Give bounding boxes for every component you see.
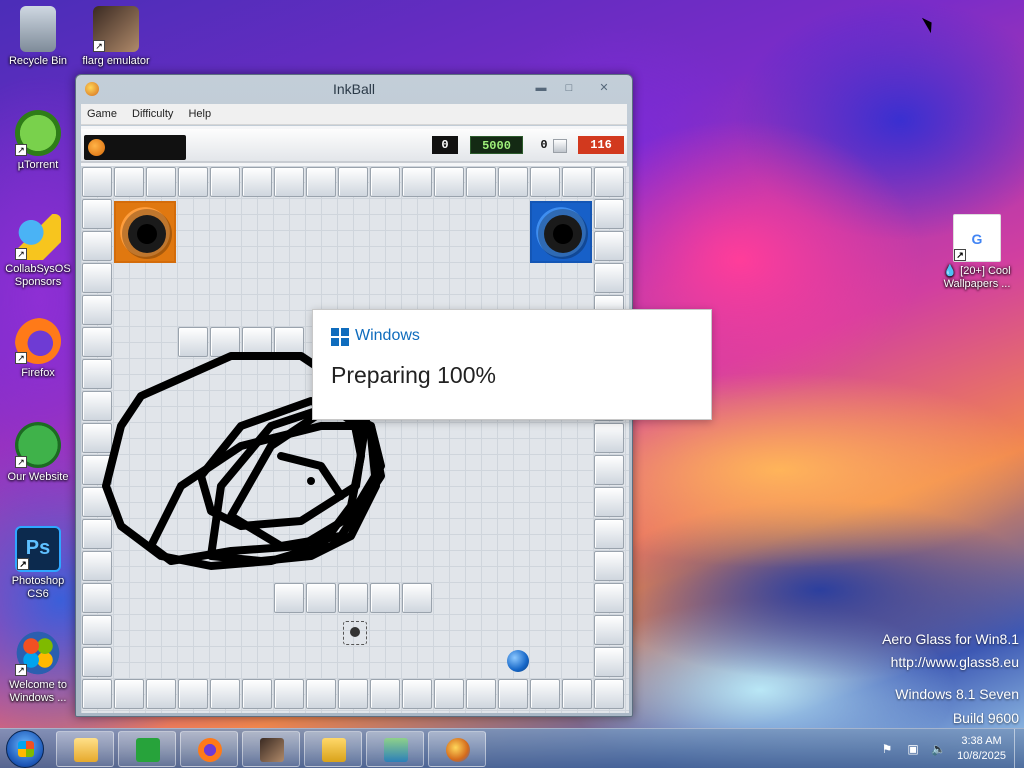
system-clock[interactable]: 3:38 AM 10/8/2025 <box>957 734 1006 764</box>
next-ball-indicator <box>84 135 186 160</box>
menu-difficulty[interactable]: Difficulty <box>126 104 179 124</box>
clock-date: 10/8/2025 <box>957 750 1006 762</box>
windows-logo-icon: ↗ <box>15 630 61 676</box>
score-balls: 0 <box>540 138 548 152</box>
action-center-flag-icon[interactable]: ⚑ <box>880 742 894 756</box>
title-bar[interactable]: InkBall ▬ □ ✕ <box>76 75 632 103</box>
show-desktop-button[interactable] <box>1014 729 1024 768</box>
watermark-line-3: Windows 8.1 Seven <box>895 686 1019 702</box>
watermark-line-1: Aero Glass for Win8.1 <box>882 631 1019 647</box>
desktop-icon-label: 💧 [20+] Cool Wallpapers ... <box>943 265 1011 290</box>
taskbar-file-explorer[interactable] <box>56 731 114 767</box>
desktop-icon-recycle-bin[interactable]: Recycle Bin <box>0 6 76 68</box>
flarg-emulator-icon: ↗ <box>93 6 139 52</box>
desktop-icon-cool-wallpapers[interactable]: G ↗ 💧 [20+] Cool Wallpapers ... <box>937 214 1017 291</box>
desktop-icon-label: µTorrent <box>17 159 59 171</box>
volume-muted-icon[interactable]: 🔈 <box>931 742 946 756</box>
desktop-icon-label: CollabSysOS Sponsors <box>5 263 71 288</box>
maximize-button[interactable]: □ <box>559 81 579 95</box>
dialog-message: Preparing 100% <box>331 362 496 388</box>
desktop-icon-our-website[interactable]: ↗ Our Website <box>0 422 76 484</box>
ink-strokes <box>102 352 385 570</box>
desktop-icon-flarg-emulator[interactable]: ↗ flarg emulator <box>78 6 154 68</box>
desktop-icon-label: Firefox <box>21 367 55 379</box>
network-icon[interactable]: ▣ <box>906 742 920 756</box>
menu-help[interactable]: Help <box>182 104 217 124</box>
photoshop-icon: Ps ↗ <box>15 526 61 572</box>
installer-icon <box>384 738 408 762</box>
store-icon <box>136 738 160 762</box>
windows-logo-icon <box>18 741 34 757</box>
taskbar-inkball[interactable] <box>428 731 486 767</box>
desktop-icon-label: Welcome to Windows ... <box>9 679 67 704</box>
taskbar-archive[interactable] <box>304 731 362 767</box>
google-shortcut-icon: G ↗ <box>953 214 1001 262</box>
sponsors-star-icon: ↗ <box>15 214 61 260</box>
desktop-icon-label: flarg emulator <box>82 55 150 67</box>
firefox-icon: ↗ <box>15 318 61 364</box>
utorrent-icon: ↗ <box>15 110 61 156</box>
mouse-cursor-icon <box>921 14 937 34</box>
desktop-icon-welcome[interactable]: ↗ Welcome to Windows ... <box>0 630 76 705</box>
windows-logo-icon <box>331 328 349 346</box>
website-globe-icon: ↗ <box>15 422 61 468</box>
score-points: 5000 <box>470 136 523 154</box>
score-bar: 0 5000 0 116 <box>81 129 627 163</box>
game-board[interactable] <box>81 166 629 713</box>
firefox-icon <box>198 738 222 762</box>
desktop-icon-sponsors[interactable]: ↗ CollabSysOS Sponsors <box>0 214 76 289</box>
taskbar-store[interactable] <box>118 731 176 767</box>
taskbar-installer[interactable] <box>366 731 424 767</box>
menu-game[interactable]: Game <box>81 104 123 124</box>
ball-counter-icon <box>553 139 567 153</box>
desktop-icon-firefox[interactable]: ↗ Firefox <box>0 318 76 380</box>
file-explorer-icon <box>74 738 98 762</box>
time-remaining: 116 <box>578 136 624 154</box>
taskbar-flarg[interactable] <box>242 731 300 767</box>
windows-preparing-dialog: Windows Preparing 100% <box>312 309 712 420</box>
desktop-icon-photoshop[interactable]: Ps ↗ Photoshop CS6 <box>0 526 76 601</box>
archive-folder-icon <box>322 738 346 762</box>
recycle-bin-icon <box>20 6 56 52</box>
desktop-icon-label: Our Website <box>7 471 69 483</box>
desktop-icon-label: Recycle Bin <box>8 55 68 67</box>
desktop-icon-label: Photoshop CS6 <box>11 575 65 600</box>
inkball-icon <box>446 738 470 762</box>
watermark-line-4: Build 9600 <box>952 710 1019 726</box>
clock-time: 3:38 AM <box>961 735 1002 747</box>
score-left: 0 <box>432 136 458 154</box>
menu-bar: Game Difficulty Help <box>81 104 627 125</box>
dialog-brand: Windows <box>355 327 420 344</box>
flarg-icon <box>260 738 284 762</box>
start-button[interactable] <box>6 730 44 768</box>
minimize-button[interactable]: ▬ <box>531 81 551 95</box>
desktop-icon-utorrent[interactable]: ↗ µTorrent <box>0 110 76 172</box>
close-button[interactable]: ✕ <box>594 81 614 95</box>
pause-play-icon[interactable] <box>88 139 105 156</box>
taskbar-firefox[interactable] <box>180 731 238 767</box>
taskbar: ⚑ ▣ 🔈 3:38 AM 10/8/2025 <box>0 728 1024 768</box>
watermark-line-2: http://www.glass8.eu <box>890 654 1019 670</box>
